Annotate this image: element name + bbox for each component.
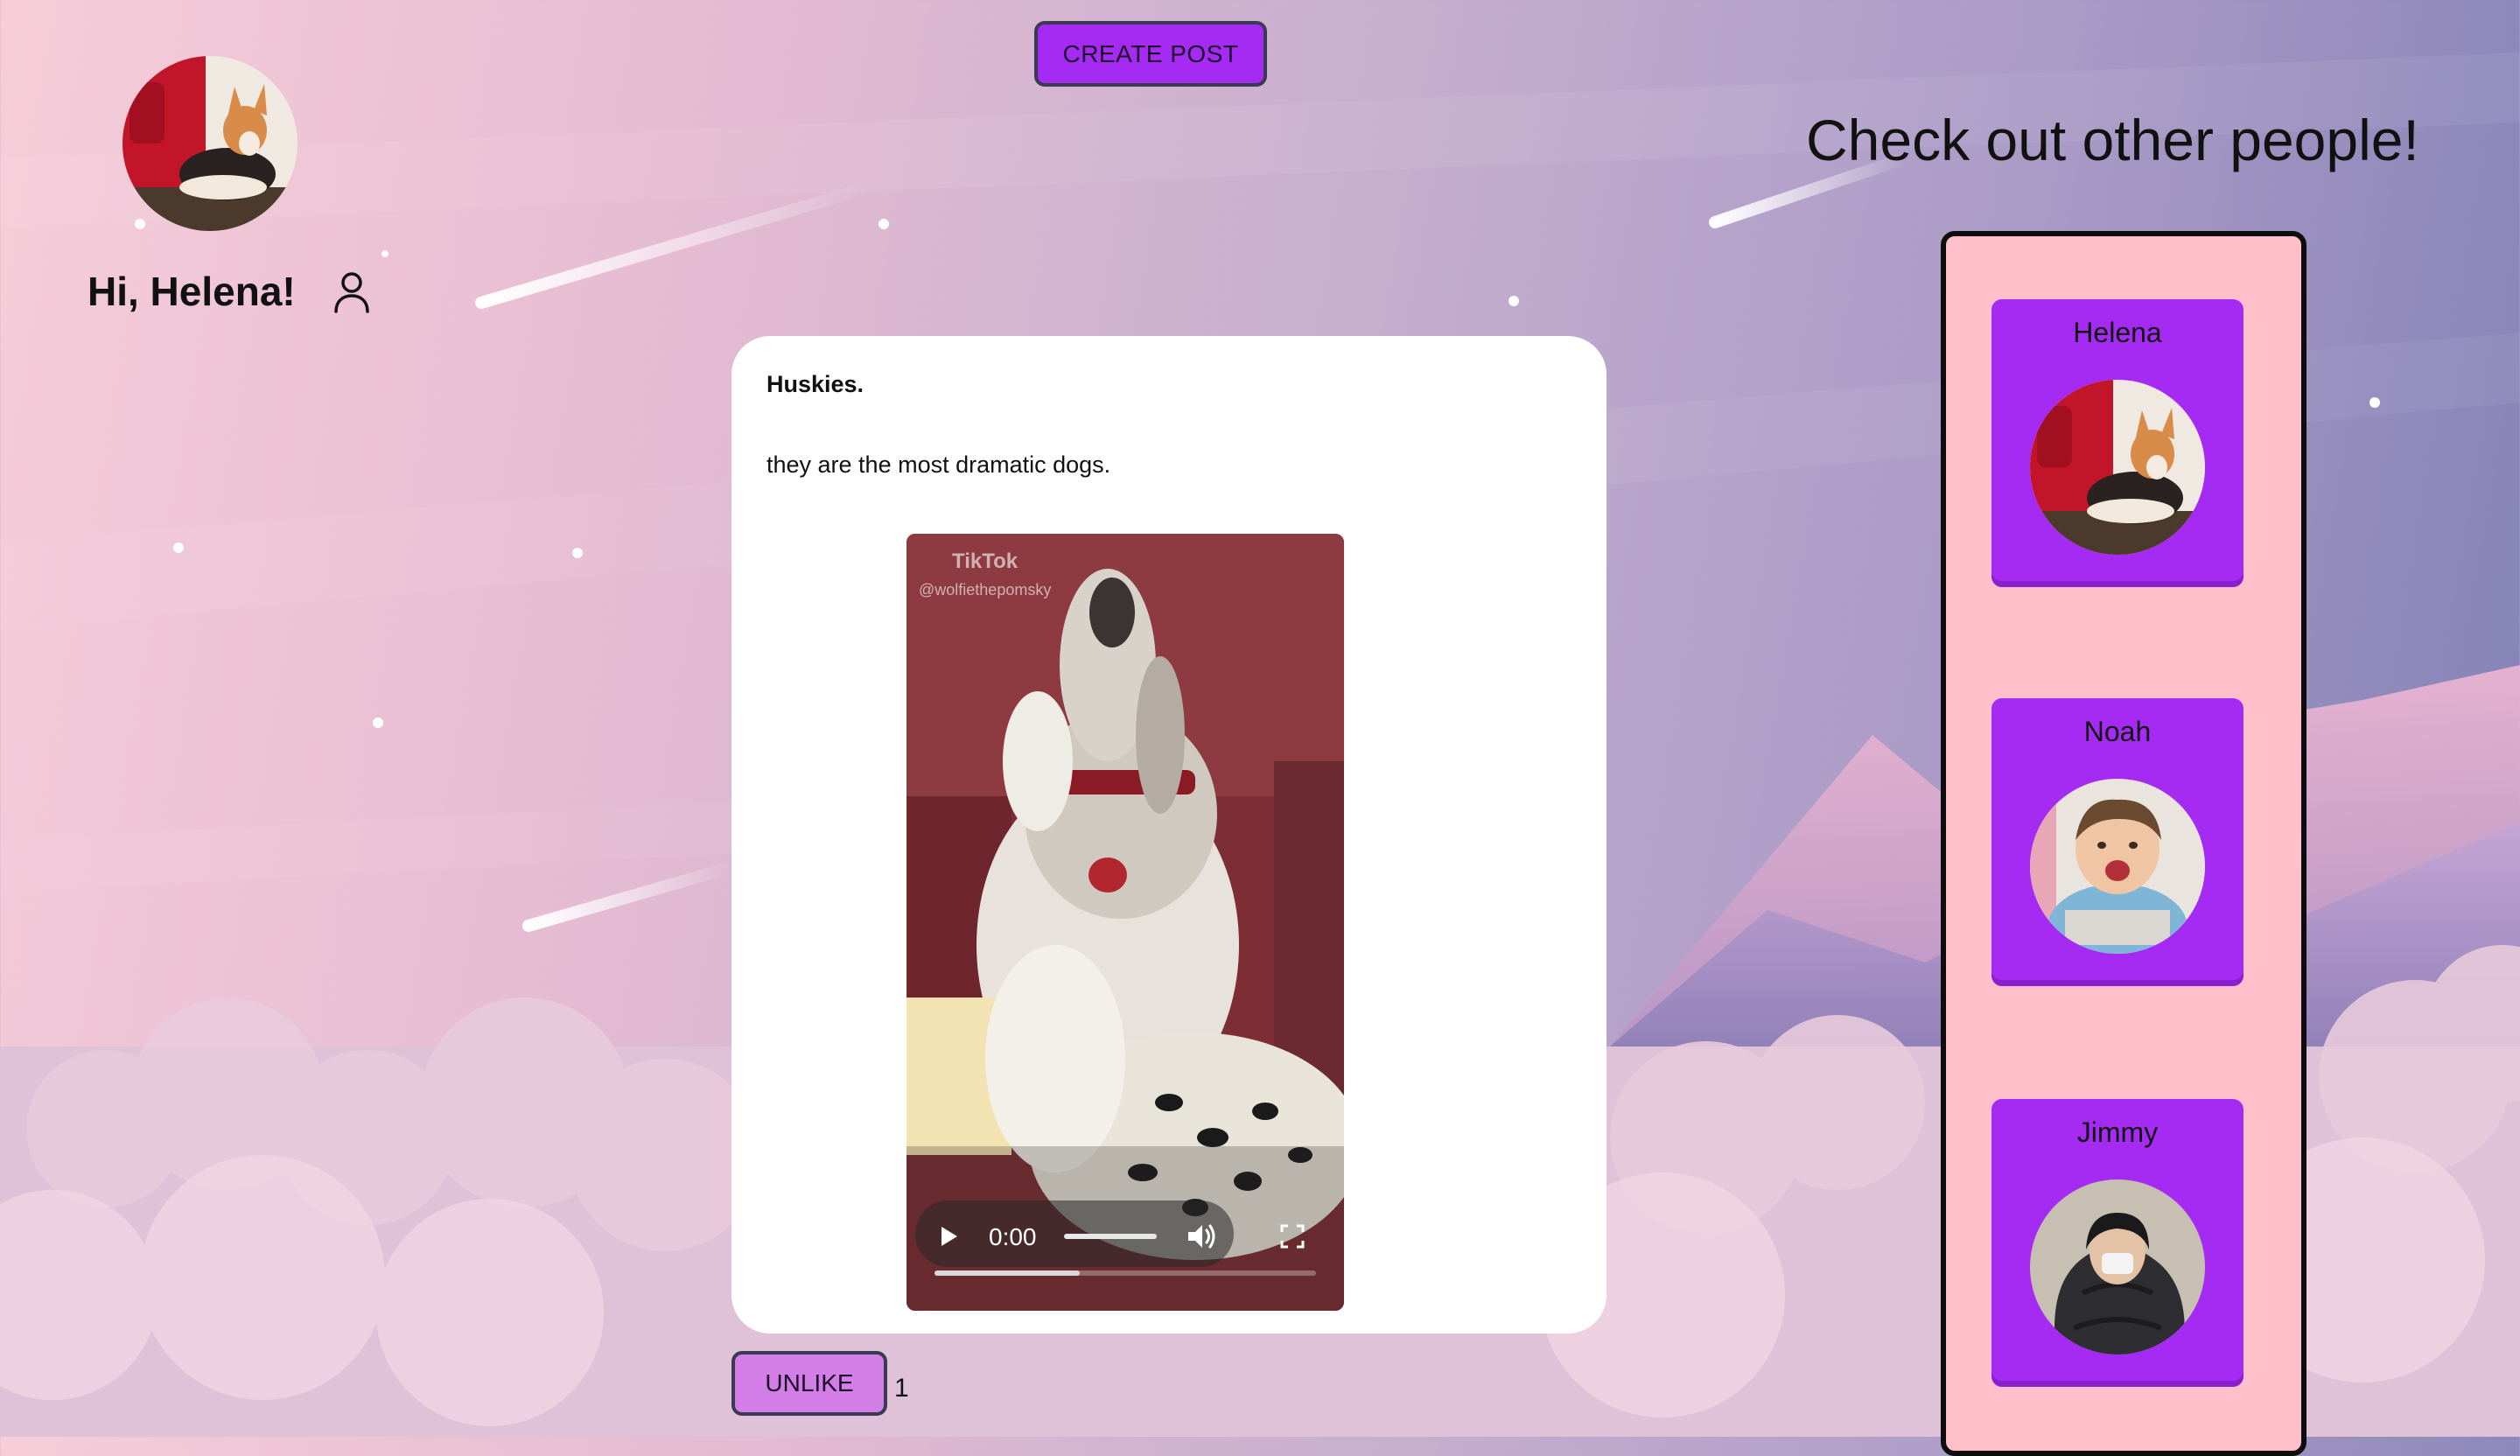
user-avatar[interactable] [122, 56, 298, 231]
greeting-text: Hi, Helena! [88, 269, 296, 314]
other-people-heading: Check out other people! [1806, 108, 2419, 172]
person-card-helena[interactable]: Helena [1992, 299, 2244, 581]
post-video[interactable]: TikTok @wolfiethepomsky 0:00 [906, 534, 1344, 1311]
create-post-button[interactable]: CREATE POST [1034, 21, 1267, 87]
like-count: 1 [894, 1374, 909, 1403]
volume-icon[interactable] [1186, 1222, 1218, 1251]
person-name: Helena [2073, 317, 2162, 348]
person-avatar [2030, 779, 2205, 954]
laughing-child-photo-icon [2030, 779, 2205, 954]
video-progress-fill [934, 1270, 1080, 1276]
husky-video-frame [906, 534, 1344, 1311]
unlike-button[interactable]: UNLIKE [732, 1351, 887, 1416]
tiktok-watermark: TikTok [952, 550, 1018, 573]
person-in-blanket-photo-icon [2030, 1180, 2205, 1354]
post-title: Huskies. [766, 371, 864, 397]
corgi-photo-icon [122, 56, 298, 231]
profile-person-icon[interactable] [332, 271, 371, 313]
volume-slider[interactable] [1064, 1234, 1157, 1239]
post-body: they are the most dramatic dogs. [766, 452, 1111, 478]
corgi-photo-icon [2030, 380, 2205, 555]
tiktok-handle: @wolfiethepomsky [919, 581, 1052, 598]
person-avatar [2030, 1180, 2205, 1354]
person-avatar [2030, 380, 2205, 555]
fullscreen-icon[interactable] [1279, 1223, 1306, 1250]
play-icon[interactable] [940, 1225, 959, 1248]
person-name: Noah [2083, 716, 2152, 747]
person-card-noah[interactable]: Noah [1992, 698, 2244, 980]
post-card: Huskies. they are the most dramatic dogs… [732, 336, 1606, 1334]
person-card-jimmy[interactable]: Jimmy [1992, 1099, 2244, 1381]
person-name: Jimmy [2076, 1116, 2159, 1148]
video-time: 0:00 [989, 1223, 1037, 1250]
video-progress-bar[interactable] [934, 1270, 1316, 1276]
